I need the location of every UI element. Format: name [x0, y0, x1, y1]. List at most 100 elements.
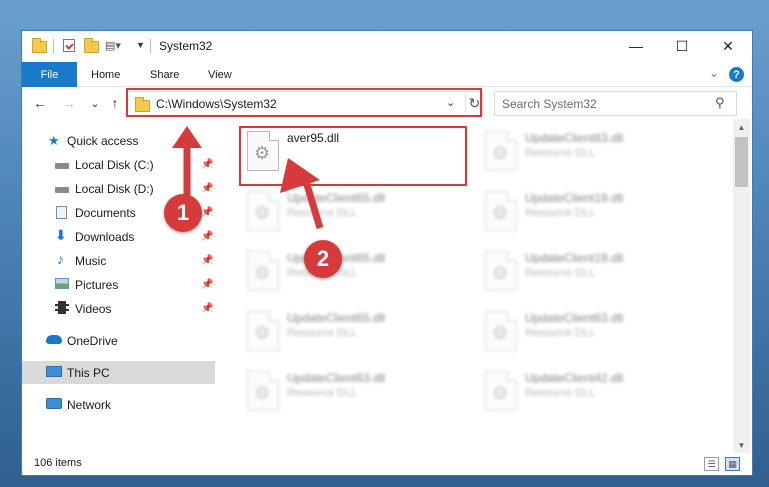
- ribbon-expand-icon[interactable]: ⌄: [709, 66, 719, 80]
- sidebar-item-this-pc[interactable]: This PC: [22, 361, 215, 384]
- new-folder-icon[interactable]: [84, 38, 99, 53]
- sidebar-item-network[interactable]: Network: [22, 393, 215, 416]
- file-name: UpdateClient19.dll: [525, 251, 624, 265]
- drive-icon: [55, 163, 69, 169]
- scrollbar-thumb[interactable]: [735, 137, 748, 187]
- step-2-badge: 2: [304, 240, 342, 278]
- tab-view[interactable]: View: [208, 62, 232, 87]
- up-button[interactable]: ↑: [105, 94, 125, 112]
- forward-button[interactable]: →: [59, 94, 79, 112]
- file-item[interactable]: ⚙ UpdateClient19.dll Resource DLL: [477, 183, 697, 235]
- item-count: 106 items: [34, 457, 82, 469]
- file-type: Resource DLL: [287, 387, 358, 399]
- scroll-up-icon[interactable]: ▲: [733, 119, 750, 135]
- sidebar-item-label: Music: [75, 253, 107, 268]
- video-icon: [55, 301, 69, 314]
- search-icon[interactable]: ⚲: [715, 95, 725, 111]
- arrow-diagonal-head: [280, 158, 320, 193]
- file-type: Resource DLL: [525, 147, 596, 159]
- close-button[interactable]: ✕: [705, 31, 751, 61]
- sidebar-item-label: Documents: [75, 205, 136, 220]
- help-icon[interactable]: ?: [729, 67, 744, 82]
- file-type: Resource DLL: [525, 327, 596, 339]
- file-item[interactable]: ⚙ UpdateClient19.dll Resource DLL: [477, 243, 697, 295]
- sidebar-item-label: Local Disk (C:): [75, 157, 154, 172]
- file-type: Resource DLL: [525, 267, 596, 279]
- star-icon: ★: [48, 132, 60, 148]
- file-name: UpdateClient63.dll: [525, 131, 624, 145]
- file-name: UpdateClient63.dll: [287, 371, 386, 385]
- dll-file-icon: ⚙: [247, 251, 279, 291]
- title-bar: ▤▾ ▼ System32 — ☐ ✕: [22, 31, 752, 62]
- properties-icon[interactable]: [63, 39, 75, 52]
- step-1-badge: 1: [164, 194, 202, 232]
- download-icon: ⬇: [55, 227, 67, 243]
- sidebar-item-label: Videos: [75, 301, 112, 316]
- computer-icon: [46, 366, 62, 377]
- file-name: UpdateClient42.dll: [525, 371, 624, 385]
- dll-file-icon: ⚙: [485, 251, 517, 291]
- customize-toolbar-icon[interactable]: ▤▾: [105, 39, 121, 53]
- pin-icon[interactable]: 📌: [201, 255, 213, 266]
- back-button[interactable]: ←: [30, 94, 50, 112]
- file-name: UpdateClient63.dll: [525, 311, 624, 325]
- file-type: Resource DLL: [525, 387, 596, 399]
- sidebar-item-label: Quick access: [67, 133, 139, 148]
- pin-icon[interactable]: 📌: [201, 303, 213, 314]
- file-type: Resource DLL: [525, 207, 596, 219]
- sidebar-item-label: Downloads: [75, 229, 135, 244]
- cloud-icon: [46, 335, 62, 344]
- dll-file-icon: ⚙: [485, 191, 517, 231]
- dll-file-icon: ⚙: [247, 311, 279, 351]
- search-input[interactable]: [502, 95, 702, 112]
- sidebar-item-label: This PC: [67, 365, 110, 380]
- file-item[interactable]: ⚙ UpdateClient65.dll Resource DLL: [239, 303, 459, 355]
- sidebar-item-pictures[interactable]: Pictures 📌: [22, 273, 215, 296]
- dll-file-icon: ⚙: [247, 371, 279, 411]
- large-icons-view-icon[interactable]: ▦: [725, 457, 740, 471]
- maximize-button[interactable]: ☐: [659, 31, 705, 61]
- divider: [53, 39, 54, 53]
- folder-icon: [32, 38, 47, 53]
- file-item[interactable]: ⚙ UpdateClient65.dll Resource DLL: [239, 243, 459, 295]
- file-item[interactable]: ⚙ UpdateClient63.dll Resource DLL: [477, 123, 697, 175]
- file-item[interactable]: ⚙ UpdateClient63.dll Resource DLL: [239, 363, 459, 415]
- file-name: UpdateClient65.dll: [287, 311, 386, 325]
- sidebar-item-music[interactable]: ♪ Music 📌: [22, 249, 215, 272]
- pictures-icon: [55, 278, 69, 289]
- file-type: Resource DLL: [287, 327, 358, 339]
- search-box[interactable]: ⚲: [494, 91, 737, 116]
- window-title: System32: [159, 39, 213, 53]
- status-bar: 106 items ☰ ▦: [22, 453, 752, 475]
- file-item[interactable]: ⚙ UpdateClient63.dll Resource DLL: [477, 303, 697, 355]
- tab-home[interactable]: Home: [91, 62, 120, 87]
- toolbar-dropdown-icon[interactable]: ▼: [136, 40, 145, 50]
- sidebar-item-label: Network: [67, 397, 112, 412]
- dll-file-icon: ⚙: [485, 371, 517, 411]
- details-view-icon[interactable]: ☰: [704, 457, 719, 471]
- drive-icon: [55, 187, 69, 193]
- vertical-scrollbar[interactable]: ▲ ▼: [733, 119, 750, 453]
- arrow-up-head: [172, 126, 202, 148]
- sidebar-item-onedrive[interactable]: OneDrive: [22, 329, 215, 352]
- sidebar-item-label: Local Disk (D:): [75, 181, 154, 196]
- sidebar-item-label: OneDrive: [67, 333, 118, 348]
- file-item[interactable]: ⚙ UpdateClient42.dll Resource DLL: [477, 363, 697, 415]
- scroll-down-icon[interactable]: ▼: [733, 437, 750, 453]
- minimize-button[interactable]: —: [613, 31, 659, 61]
- dll-file-icon: ⚙: [485, 311, 517, 351]
- tab-file[interactable]: File: [22, 62, 77, 87]
- sidebar-item-label: Pictures: [75, 277, 119, 292]
- tab-share[interactable]: Share: [150, 62, 179, 87]
- divider: [150, 39, 151, 53]
- network-icon: [46, 398, 62, 409]
- music-icon: ♪: [57, 251, 64, 267]
- ribbon-tabs: File Home Share View ⌄ ?: [22, 62, 752, 87]
- address-bar-highlight: [126, 88, 482, 117]
- document-icon: [56, 206, 67, 219]
- dll-file-icon: ⚙: [485, 131, 517, 171]
- sidebar-item-videos[interactable]: Videos 📌: [22, 297, 215, 320]
- pin-icon[interactable]: 📌: [201, 279, 213, 290]
- recent-locations-button[interactable]: ⌄: [85, 94, 105, 112]
- file-name: UpdateClient19.dll: [525, 191, 624, 205]
